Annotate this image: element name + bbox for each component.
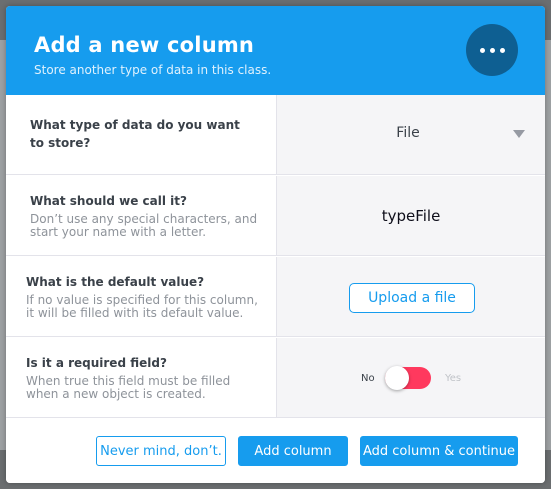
type-select[interactable]: File bbox=[276, 95, 545, 174]
add-column-button[interactable]: Add column bbox=[238, 436, 348, 466]
column-name-input[interactable] bbox=[287, 204, 535, 228]
required-question: Is it a required field? bbox=[26, 356, 167, 370]
upload-file-button[interactable]: Upload a file bbox=[349, 283, 475, 313]
toggle-yes-label: Yes bbox=[445, 373, 462, 384]
more-horizontal-icon bbox=[466, 24, 518, 76]
field-row-default: What is the default value? If no value i… bbox=[6, 257, 545, 337]
type-question: What type of data do you want to store? bbox=[30, 118, 240, 150]
required-toggle[interactable] bbox=[385, 366, 431, 390]
chevron-down-icon bbox=[513, 130, 525, 138]
add-column-continue-button[interactable]: Add column & continue bbox=[360, 436, 518, 466]
modal-header: Add a new column Store another type of d… bbox=[6, 6, 545, 95]
default-description: If no value is specified for this column… bbox=[26, 293, 258, 320]
type-select-value: File bbox=[396, 125, 420, 141]
required-description: When true this field must be filled when… bbox=[26, 374, 231, 401]
name-description: Don’t use any special characters, and st… bbox=[30, 212, 258, 239]
modal-title: Add a new column bbox=[34, 33, 255, 57]
field-row-type: What type of data do you want to store? … bbox=[6, 95, 545, 175]
default-question: What is the default value? bbox=[26, 275, 205, 289]
modal-subtitle: Store another type of data in this class… bbox=[34, 63, 272, 77]
toggle-no-label: No bbox=[361, 373, 375, 384]
field-row-required: Is it a required field? When true this f… bbox=[6, 338, 545, 418]
field-row-name: What should we call it? Don’t use any sp… bbox=[6, 176, 545, 256]
toggle-knob bbox=[385, 366, 409, 390]
cancel-button[interactable]: Never mind, don’t. bbox=[96, 436, 226, 466]
name-question: What should we call it? bbox=[30, 194, 187, 208]
add-column-modal: Add a new column Store another type of d… bbox=[6, 6, 545, 483]
modal-footer: Never mind, don’t. Add column Add column… bbox=[6, 418, 545, 483]
